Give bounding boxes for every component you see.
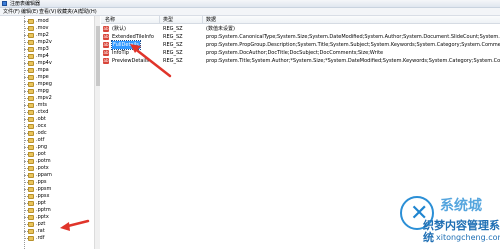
arrow-to-fulldetails-icon [130, 44, 172, 78]
arrow-to-pptx-icon [60, 219, 90, 231]
annotation-layer [60, 44, 172, 231]
